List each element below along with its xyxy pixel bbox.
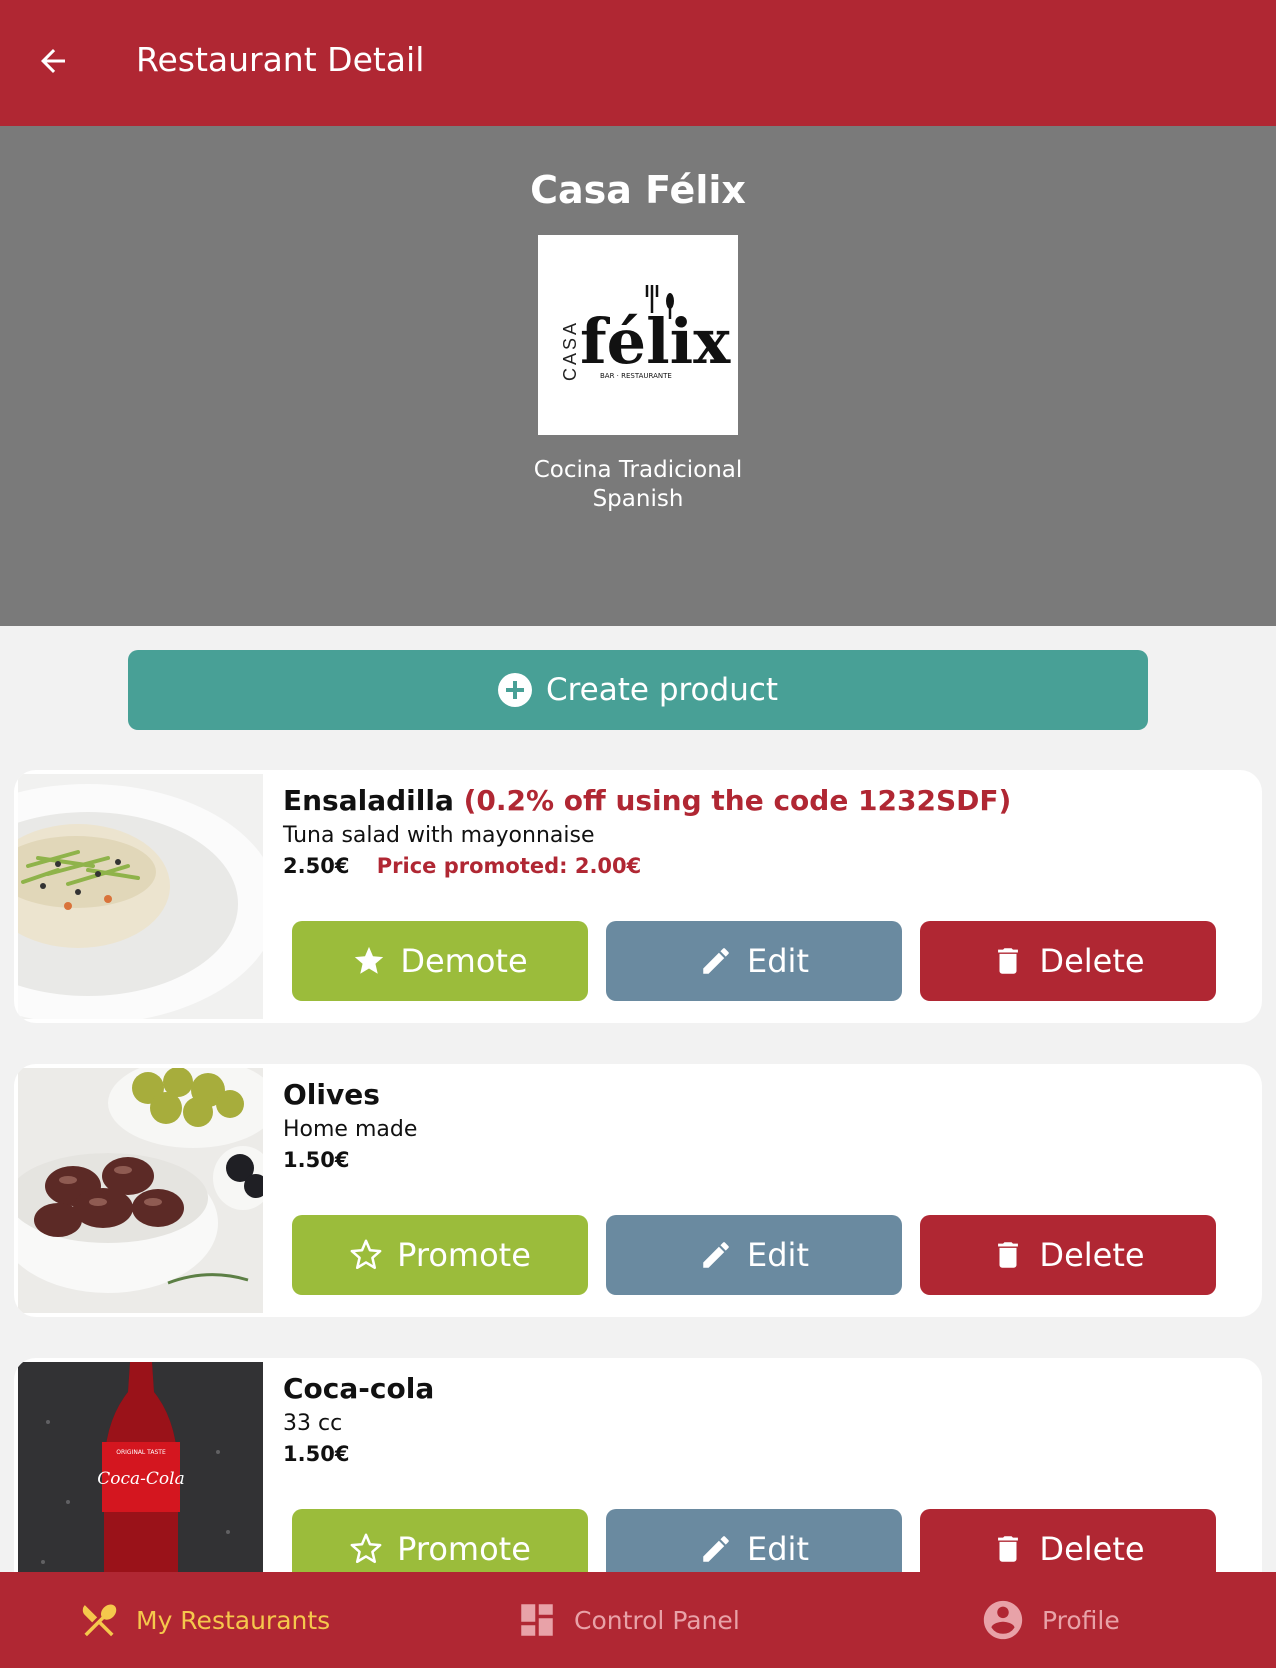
- product-name: Coca-cola: [283, 1372, 435, 1405]
- bottle-small-label: ORIGINAL TASTE: [116, 1449, 166, 1456]
- demote-button[interactable]: Demote: [292, 921, 588, 1001]
- account-circle-icon: [983, 1600, 1023, 1640]
- trash-icon: [998, 1242, 1019, 1268]
- logo-tagline: BAR · RESTAURANTE: [600, 372, 672, 380]
- product-info: Ensaladilla (0.2% off using the code 123…: [283, 784, 1242, 878]
- arrow-left-icon: [41, 49, 65, 73]
- product-info: Coca-cola 33 cc 1.50€: [283, 1372, 1242, 1466]
- restaurant-logo: CASA félix BAR · RESTAURANTE: [538, 235, 738, 435]
- bottom-navigation: My Restaurants Control Panel Profile: [0, 1572, 1276, 1668]
- product-promo-code: (0.2% off using the code 1232SDF): [463, 784, 1012, 817]
- product-price: 2.50€: [283, 854, 350, 878]
- delete-label: Delete: [1039, 1236, 1145, 1274]
- promote-label: Promote: [397, 1236, 531, 1274]
- edit-button[interactable]: Edit: [606, 1215, 902, 1295]
- product-description: Home made: [283, 1117, 418, 1142]
- product-description: 33 cc: [283, 1411, 343, 1436]
- trash-icon: [998, 948, 1019, 974]
- demote-label: Demote: [400, 942, 528, 980]
- restaurant-header: Casa Félix CASA félix BAR · RESTAURANTE …: [0, 126, 1276, 626]
- edit-label: Edit: [747, 942, 809, 980]
- logo-vertical-word: CASA: [560, 320, 580, 381]
- product-image-olives: [18, 1068, 263, 1313]
- edit-button[interactable]: Edit: [606, 921, 902, 1001]
- product-name: Olives: [283, 1078, 380, 1111]
- nav-label: Control Panel: [574, 1605, 740, 1635]
- delete-button[interactable]: Delete: [920, 1215, 1216, 1295]
- logo-brand: félix: [580, 305, 731, 378]
- nav-my-restaurants[interactable]: My Restaurants: [78, 1572, 330, 1668]
- pencil-icon: [703, 1242, 729, 1268]
- product-price: 1.50€: [283, 1148, 350, 1172]
- promote-label: Promote: [397, 1530, 531, 1568]
- nav-label: Profile: [1042, 1605, 1120, 1635]
- star-outline-icon: [350, 1239, 382, 1270]
- app-bar: Restaurant Detail: [0, 0, 1276, 126]
- delete-label: Delete: [1039, 942, 1145, 980]
- product-card-olives: Olives Home made 1.50€ Promote Edit Dele…: [14, 1064, 1262, 1317]
- pencil-icon: [703, 948, 729, 974]
- edit-label: Edit: [747, 1236, 809, 1274]
- dashboard-icon: [521, 1604, 553, 1636]
- trash-icon: [998, 1536, 1019, 1562]
- create-product-button[interactable]: Create product: [128, 650, 1148, 730]
- product-card-ensaladilla: Ensaladilla (0.2% off using the code 123…: [14, 770, 1262, 1023]
- product-image-coca-cola: ORIGINAL TASTE Coca-Cola: [18, 1362, 263, 1607]
- restaurant-description: Cocina Tradicional: [533, 457, 743, 483]
- edit-label: Edit: [747, 1530, 809, 1568]
- restaurant-name: Casa Félix: [530, 168, 746, 212]
- nav-control-panel[interactable]: Control Panel: [516, 1572, 740, 1668]
- restaurant-description-block: Cocina Tradicional Spanish: [0, 456, 1276, 514]
- bottle-label: Coca-Cola: [97, 1469, 184, 1489]
- promote-button[interactable]: Promote: [292, 1215, 588, 1295]
- delete-label: Delete: [1039, 1530, 1145, 1568]
- plus-circle-icon: [497, 673, 532, 707]
- product-description: Tuna salad with mayonnaise: [283, 823, 595, 848]
- page-title: Restaurant Detail: [136, 40, 425, 79]
- create-product-label: Create product: [545, 672, 779, 708]
- restaurant-category: Spanish: [592, 486, 684, 512]
- nav-label: My Restaurants: [136, 1605, 331, 1635]
- star-outline-icon: [350, 1533, 382, 1564]
- product-image-ensaladilla: [18, 774, 263, 1019]
- product-promoted-price: Price promoted: 2.00€: [376, 854, 642, 878]
- nav-profile[interactable]: Profile: [980, 1572, 1120, 1668]
- back-button[interactable]: [30, 38, 76, 84]
- star-filled-icon: [355, 946, 384, 974]
- delete-button[interactable]: Delete: [920, 921, 1216, 1001]
- pencil-icon: [703, 1536, 729, 1562]
- fork-knife-icon: [82, 1604, 117, 1637]
- product-info: Olives Home made 1.50€: [283, 1078, 1242, 1172]
- product-price: 1.50€: [283, 1442, 350, 1466]
- product-name: Ensaladilla: [283, 784, 454, 817]
